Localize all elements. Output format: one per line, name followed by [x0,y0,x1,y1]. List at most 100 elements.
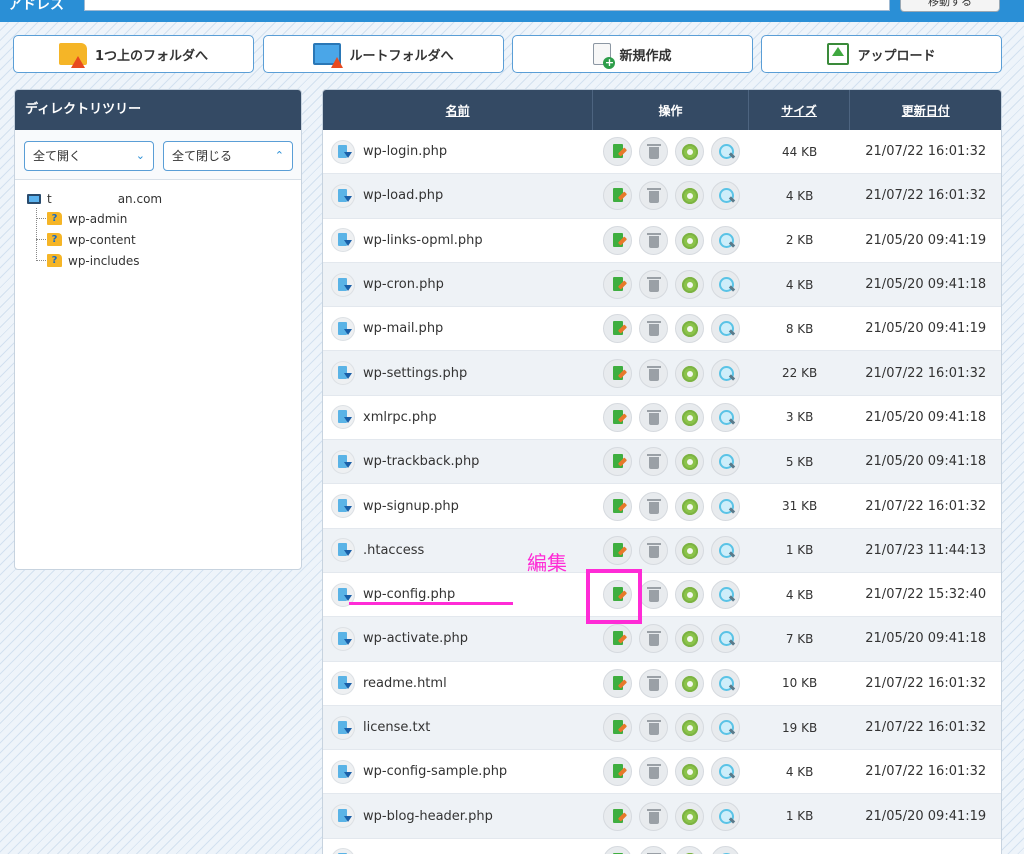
file-name-cell[interactable]: wp-mail.php [323,316,593,341]
gear-icon[interactable] [675,668,705,698]
gear-icon[interactable] [675,137,705,167]
collapse-all-select[interactable]: 全て閉じる ⌃ [163,141,293,171]
table-row[interactable]: license.txt 19 KB 21/07/22 16:01:32 [323,705,1001,751]
file-name-cell[interactable]: wp-login.php [323,139,593,164]
table-row[interactable]: wp-config.php 4 KB 21/07/22 15:32:40 [323,573,1001,618]
table-row[interactable]: wp-cron.php 4 KB 21/05/20 09:41:18 [323,262,1001,308]
tree-item-wp-content[interactable]: ? wp-content [27,229,301,250]
download-icon[interactable] [331,804,355,829]
gear-icon[interactable] [675,491,705,521]
table-row[interactable] [323,839,1001,854]
gear-icon[interactable] [675,624,705,654]
trash-icon[interactable] [639,181,669,211]
table-row[interactable]: wp-config-sample.php 4 KB 21/07/22 16:01:3… [323,750,1001,795]
file-name-cell[interactable]: wp-load.php [323,183,593,208]
edit-icon[interactable] [603,358,633,388]
upload-button[interactable]: アップロード [761,35,1002,73]
magnifier-icon[interactable] [711,668,741,698]
root-folder-button[interactable]: ルートフォルダへ [263,35,504,73]
trash-icon[interactable] [639,270,669,300]
column-date[interactable]: 更新日付 [850,90,1001,130]
download-icon[interactable] [331,405,355,430]
magnifier-icon[interactable] [711,535,741,565]
magnifier-icon[interactable] [711,580,741,610]
file-name-cell[interactable]: wp-signup.php [323,494,593,519]
table-row[interactable]: wp-links-opml.php 2 KB 21/05/20 09:41:19 [323,219,1001,263]
gear-icon[interactable] [675,402,705,432]
magnifier-icon[interactable] [711,845,741,854]
download-icon[interactable] [331,715,355,740]
gear-icon[interactable] [675,225,705,255]
edit-icon[interactable] [603,137,633,167]
gear-icon[interactable] [675,535,705,565]
new-file-button[interactable]: 新規作成 [512,35,753,73]
magnifier-icon[interactable] [711,624,741,654]
magnifier-icon[interactable] [711,225,741,255]
download-icon[interactable] [331,494,355,519]
edit-icon[interactable] [603,225,633,255]
gear-icon[interactable] [675,801,705,831]
download-icon[interactable] [331,449,355,474]
gear-icon[interactable] [675,181,705,211]
table-row[interactable]: wp-activate.php 7 KB 21/05/20 09:41:18 [323,617,1001,662]
download-icon[interactable] [331,183,355,208]
table-row[interactable]: wp-signup.php 31 KB 21/07/22 16:01:32 [323,484,1001,529]
download-icon[interactable] [331,626,355,651]
trash-icon[interactable] [639,535,669,565]
trash-icon[interactable] [639,845,669,854]
address-input[interactable] [84,0,890,11]
magnifier-icon[interactable] [711,270,741,300]
file-name-cell[interactable]: readme.html [323,671,593,696]
gear-icon[interactable] [675,713,705,742]
gear-icon[interactable] [675,447,705,477]
edit-icon[interactable] [603,535,633,565]
trash-icon[interactable] [639,580,669,610]
download-icon[interactable] [331,759,355,784]
table-row[interactable]: wp-trackback.php 5 KB 21/05/20 09:41:18 [323,440,1001,485]
magnifier-icon[interactable] [711,402,741,432]
edit-icon[interactable] [603,668,633,698]
download-icon[interactable] [331,228,355,253]
tree-item-wp-admin[interactable]: ? wp-admin [27,208,301,229]
magnifier-icon[interactable] [711,491,741,521]
download-icon[interactable] [331,272,355,297]
file-name-cell[interactable] [323,848,593,854]
download-icon[interactable] [331,538,355,563]
download-icon[interactable] [331,139,355,164]
file-name-cell[interactable]: wp-cron.php [323,272,593,297]
table-row[interactable]: wp-login.php 44 KB 21/07/22 16:01:32 [323,130,1001,175]
edit-icon[interactable] [603,181,633,211]
trash-icon[interactable] [639,668,669,698]
table-row[interactable]: wp-load.php 4 KB 21/07/22 16:01:32 [323,174,1001,219]
magnifier-icon[interactable] [711,137,741,167]
magnifier-icon[interactable] [711,358,741,388]
file-name-cell[interactable]: wp-blog-header.php [323,804,593,829]
table-row[interactable]: wp-mail.php 8 KB 21/05/20 09:41:19 [323,307,1001,352]
column-size[interactable]: サイズ [749,90,851,130]
edit-icon[interactable] [603,447,633,477]
edit-icon[interactable] [603,801,633,831]
trash-icon[interactable] [639,801,669,831]
trash-icon[interactable] [639,447,669,477]
magnifier-icon[interactable] [711,757,741,787]
trash-icon[interactable] [639,225,669,255]
file-name-cell[interactable]: wp-links-opml.php [323,228,593,253]
download-icon[interactable] [331,671,355,696]
trash-icon[interactable] [639,713,669,742]
edit-icon[interactable] [603,845,633,854]
go-button[interactable]: 移動する [900,0,1000,12]
table-row[interactable]: xmlrpc.php 3 KB 21/05/20 09:41:18 [323,396,1001,441]
file-name-cell[interactable]: xmlrpc.php [323,405,593,430]
file-name-cell[interactable]: wp-settings.php [323,361,593,386]
parent-folder-button[interactable]: 1つ上のフォルダへ [13,35,254,73]
file-name-cell[interactable]: wp-activate.php [323,626,593,651]
edit-icon[interactable] [603,491,633,521]
edit-icon[interactable] [603,713,633,742]
tree-item-wp-includes[interactable]: ? wp-includes [27,250,301,271]
expand-all-select[interactable]: 全て開く ⌄ [24,141,154,171]
download-icon[interactable] [331,361,355,386]
gear-icon[interactable] [675,580,705,610]
magnifier-icon[interactable] [711,181,741,211]
edit-icon[interactable] [603,314,633,344]
trash-icon[interactable] [639,624,669,654]
